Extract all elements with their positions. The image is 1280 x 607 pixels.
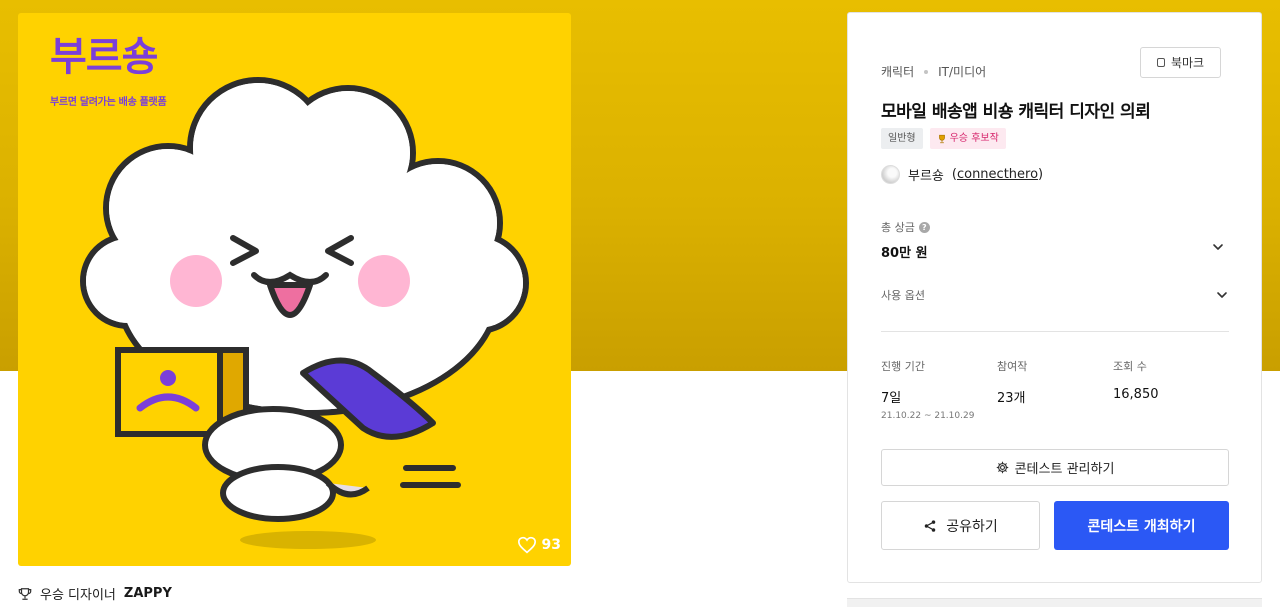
contest-stats: 진행 기간 7일 21.10.22 ~ 21.10.29 참여작 23개 조회 … — [881, 358, 1229, 421]
prize-value: 80만 원 — [881, 246, 928, 261]
breadcrumb-separator — [924, 69, 929, 74]
prize-row[interactable]: 총 상금 ? — [881, 219, 1229, 235]
chevron-down-icon[interactable] — [1211, 240, 1225, 254]
prize-label-wrap: 총 상금 ? — [881, 219, 930, 235]
bookmark-button[interactable]: 북마크 — [1140, 47, 1221, 78]
stat-date-range: 21.10.22 ~ 21.10.29 — [881, 411, 975, 421]
winner-name[interactable]: ZAPPY — [124, 586, 172, 601]
owner-name: 부르숑 — [908, 169, 944, 184]
like-button[interactable]: 93 — [517, 536, 561, 554]
stat-views: 조회 수 16,850 — [1113, 358, 1229, 421]
category-label[interactable]: 캐릭터 — [881, 63, 914, 80]
open-contest-button[interactable]: 콘테스트 개최하기 — [1054, 501, 1229, 550]
contest-owner[interactable]: 부르숑 (connecthero) — [881, 165, 1043, 184]
subcategory-label[interactable]: IT/미디어 — [938, 63, 986, 80]
usage-options-row[interactable]: 사용 옵션 — [881, 287, 1229, 303]
stat-value: 23개 — [997, 391, 1026, 406]
chevron-down-icon — [1217, 292, 1227, 298]
like-count: 93 — [541, 537, 561, 553]
brand-tagline: 부르면 달려가는 배송 플랫폼 — [50, 97, 167, 108]
stat-label: 참여작 — [997, 360, 1028, 373]
brand-logo-block: 부르숑 부르면 달려가는 배송 플랫폼 — [50, 34, 167, 108]
bookmark-label: 북마크 — [1170, 56, 1205, 70]
heart-icon — [517, 536, 536, 554]
stat-entries: 참여작 23개 — [997, 358, 1113, 421]
owner-handle[interactable]: connecthero — [957, 167, 1038, 182]
stat-label: 조회 수 — [1113, 360, 1147, 373]
share-label: 공유하기 — [946, 518, 998, 535]
share-button[interactable]: 공유하기 — [881, 501, 1040, 550]
usage-options-label: 사용 옵션 — [881, 289, 925, 302]
brand-logo: 부르숑 — [50, 34, 158, 80]
trophy-icon — [938, 134, 945, 143]
next-card-peek — [847, 598, 1262, 607]
prize-label: 총 상금 — [881, 221, 915, 234]
type-badge: 일반형 — [881, 128, 923, 149]
help-icon[interactable]: ? — [918, 221, 930, 233]
award-badge-label: 우승 후보작 — [949, 133, 999, 144]
winner-label: 우승 디자이너 — [40, 588, 116, 603]
winner-designer: 우승 디자이너 ZAPPY — [18, 584, 172, 603]
stat-value: 7일 — [881, 391, 902, 406]
divider — [881, 331, 1229, 332]
share-icon — [924, 519, 936, 532]
trophy-icon — [18, 587, 32, 600]
stat-value: 16,850 — [1113, 387, 1159, 402]
breadcrumb: 캐릭터 IT/미디어 — [881, 63, 986, 80]
owner-handle-wrap: (connecthero) — [951, 167, 1044, 182]
gear-icon — [996, 461, 1008, 474]
stat-label: 진행 기간 — [881, 360, 925, 373]
manage-contest-button[interactable]: 콘테스트 관리하기 — [881, 449, 1229, 486]
contest-artwork[interactable]: 부르숑 부르면 달려가는 배송 플랫폼 93 — [18, 13, 571, 566]
contest-info-panel: 북마크 캐릭터 IT/미디어 모바일 배송앱 비숑 캐릭터 디자인 의뢰 일반형… — [847, 12, 1262, 583]
avatar — [881, 165, 900, 184]
award-badge: 우승 후보작 — [929, 128, 1006, 149]
bookmark-icon — [1156, 58, 1165, 67]
stat-duration: 진행 기간 7일 21.10.22 ~ 21.10.29 — [881, 358, 997, 421]
badge-group: 일반형 우승 후보작 — [881, 128, 1006, 149]
manage-contest-label: 콘테스트 관리하기 — [1014, 462, 1115, 477]
contest-title: 모바일 배송앱 비숑 캐릭터 디자인 의뢰 — [881, 102, 1151, 122]
